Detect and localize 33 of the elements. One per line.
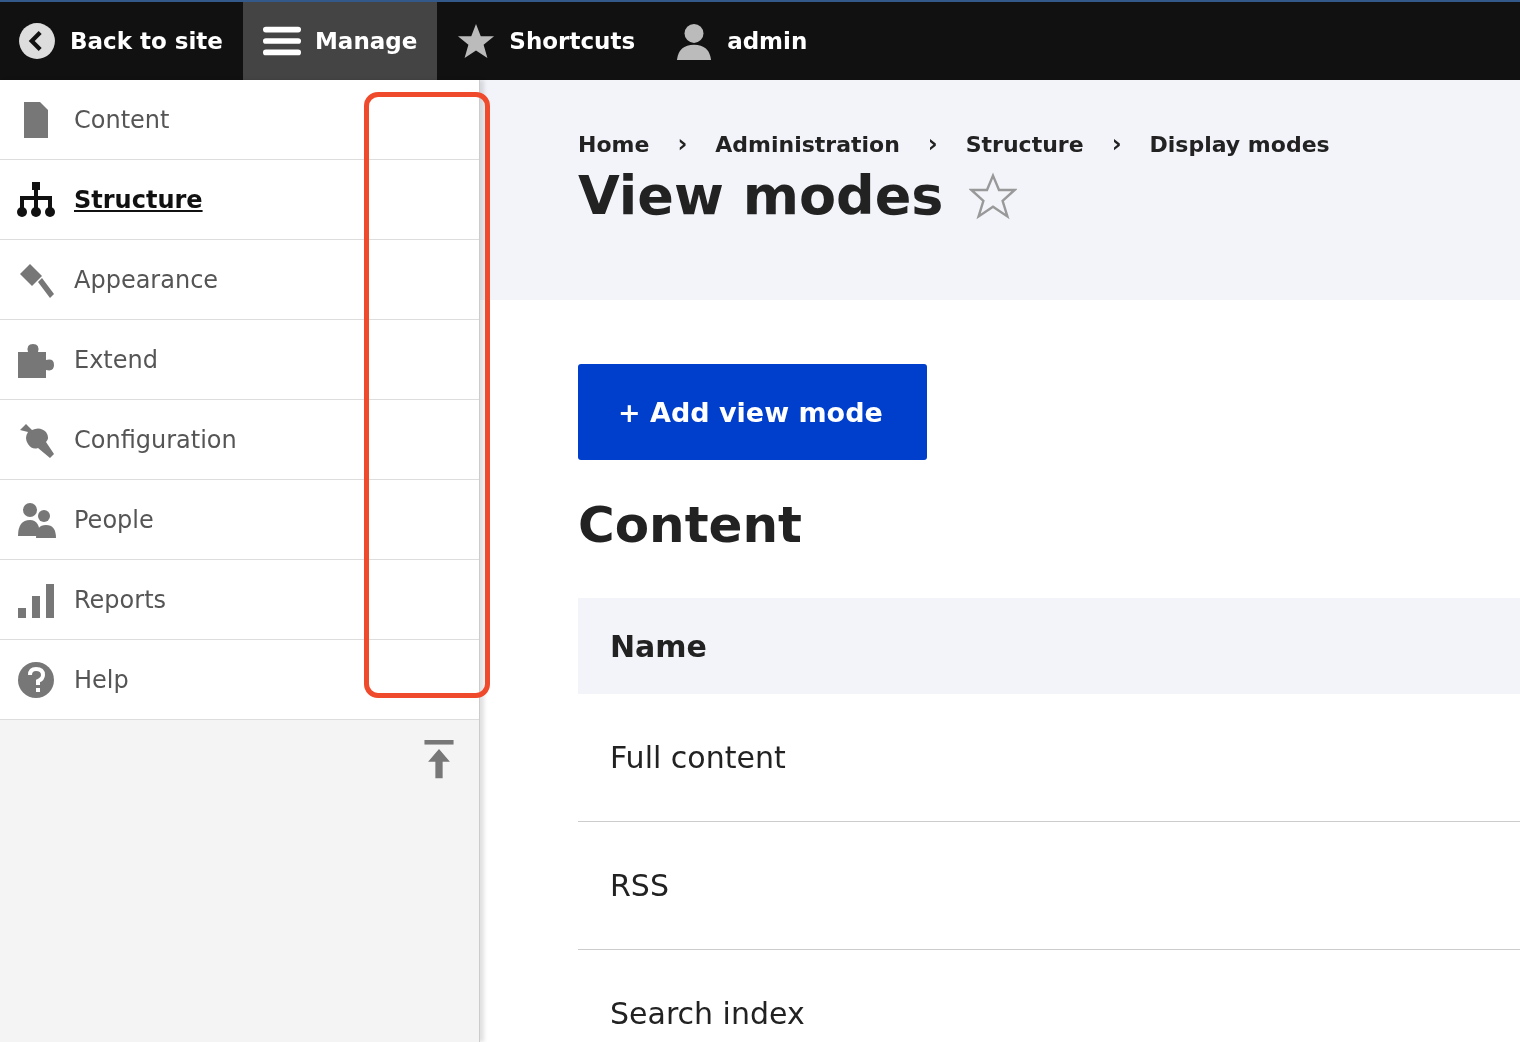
help-icon	[16, 659, 56, 700]
star-icon	[457, 22, 496, 60]
breadcrumb-separator: ›	[677, 130, 688, 158]
sitemap-icon	[16, 179, 56, 220]
pin-icon[interactable]	[423, 740, 455, 780]
toolbar-tab[interactable]: Manage	[242, 2, 438, 80]
column-header: Name	[610, 628, 707, 664]
table-cell: Full content	[610, 740, 786, 775]
sidebar-item[interactable]: Content	[0, 80, 479, 160]
breadcrumb-separator: ›	[927, 130, 938, 158]
sidebar-item[interactable]: Extend	[0, 320, 479, 400]
user-icon	[675, 22, 714, 60]
sidebar-item[interactable]: Help	[0, 640, 479, 720]
add-view-mode-button[interactable]: + Add view mode	[578, 364, 927, 460]
sidebar-item[interactable]: People	[0, 480, 479, 560]
breadcrumb-link[interactable]: Structure	[965, 131, 1084, 157]
section-title: Content	[578, 496, 803, 554]
breadcrumb-link[interactable]: Home	[578, 131, 650, 157]
toolbar-tab[interactable]: Back to site	[0, 2, 243, 80]
breadcrumb-link[interactable]: Administration	[715, 131, 900, 157]
table-cell: RSS	[610, 868, 669, 903]
star-icon[interactable]	[969, 171, 1018, 220]
breadcrumb-link[interactable]: Display modes	[1149, 131, 1330, 157]
page-title: View modes	[578, 164, 944, 227]
sidebar-item[interactable]: Structure	[0, 160, 479, 240]
table-cell: Search index	[610, 996, 805, 1031]
sidebar-item[interactable]: Reports	[0, 560, 479, 640]
back-icon	[18, 22, 56, 60]
toolbar-tab[interactable]: admin	[655, 2, 828, 80]
sidebar-item[interactable]: Appearance	[0, 240, 479, 320]
toolbar-tab[interactable]: Shortcuts	[437, 2, 656, 80]
breadcrumb-separator: ›	[1111, 130, 1122, 158]
sidebar-item[interactable]: Configuration	[0, 400, 479, 480]
